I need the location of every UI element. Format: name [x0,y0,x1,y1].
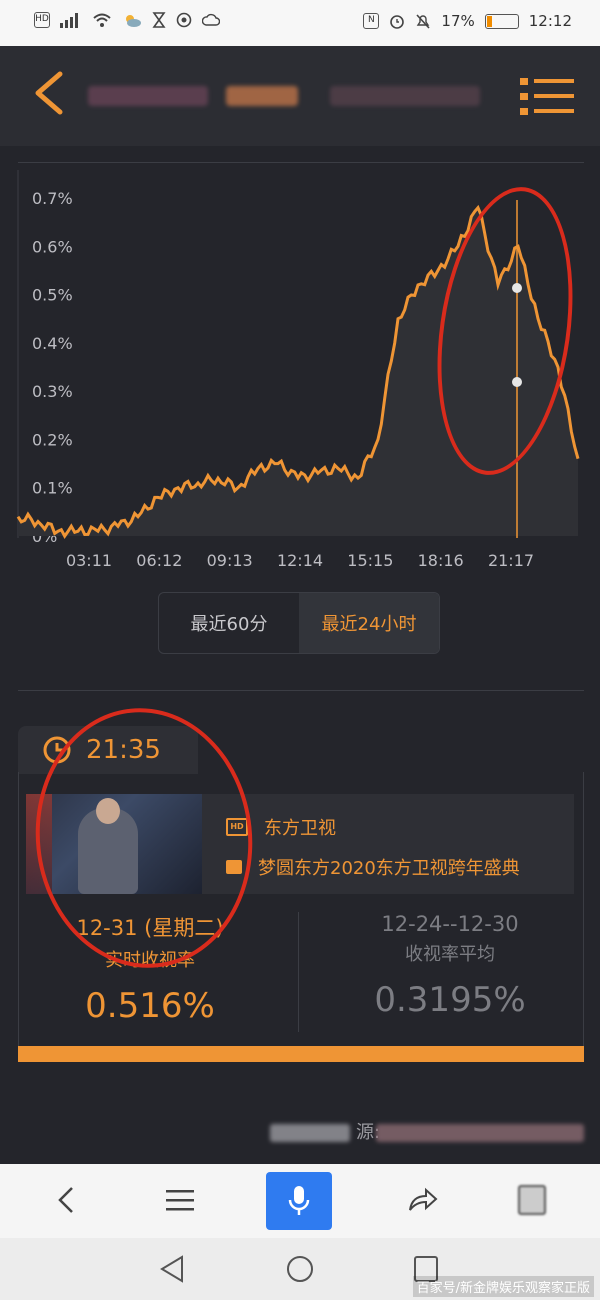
x-tick-label: 12:14 [277,551,323,570]
program-info-panel: HD 东方卫视 梦圆东方2020东方卫视跨年盛典 [202,794,574,894]
stat-label: 收视率平均 [405,944,495,965]
watermark: 百家号/新金牌娱乐观察家正版 [412,1276,594,1297]
y-tick-label: 0.6% [32,237,73,256]
y-tick-label: 0.4% [32,334,73,353]
tab-last-24-hours[interactable]: 最近24小时 [299,593,439,653]
average-rating-stat: 12-24--12-30 收视率平均 0.3195% [320,912,580,1020]
nav-back-button[interactable] [42,1178,90,1222]
blurred-footer-text [376,1124,584,1142]
x-tick-label: 21:17 [488,551,534,570]
x-tick-label: 06:12 [136,551,182,570]
x-tick-label: 09:13 [207,551,253,570]
nav-menu-button[interactable] [156,1178,204,1222]
y-tick-label: 0.1% [32,479,73,498]
x-tick-label: 03:11 [66,551,112,570]
tab-last-60-min[interactable]: 最近60分 [159,593,299,653]
share-icon [409,1187,438,1211]
voice-search-button[interactable] [266,1172,332,1230]
share-button[interactable] [398,1178,446,1222]
y-tick-label: 0.7% [32,189,73,208]
program-title: 梦圆东方2020东方卫视跨年盛典 [258,858,520,879]
tabs-icon [518,1185,546,1215]
tabs-button[interactable] [508,1178,556,1222]
browser-bottom-nav [0,1164,600,1238]
program-row: 梦圆东方2020东方卫视跨年盛典 [226,854,520,880]
stat-divider [298,912,299,1032]
stat-value: 0.3195% [374,980,526,1020]
nav-menu-icon [166,1190,194,1211]
accent-bar [18,1046,584,1062]
blurred-footer-text [270,1124,350,1142]
y-tick-label: 0.3% [32,382,73,401]
time-range-toggle: 最近60分 最近24小时 [158,592,440,654]
divider [18,690,584,691]
x-tick-label: 15:15 [347,551,393,570]
y-tick-label: 0.5% [32,286,73,305]
stat-value: 0.516% [85,986,215,1026]
channel-name: 东方卫视 [264,818,336,839]
nav-back-icon [58,1187,73,1213]
stat-date: 12-24--12-30 [381,912,519,936]
y-tick-label: 0.2% [32,430,73,449]
mic-icon [288,1186,310,1215]
sys-home-icon[interactable] [285,1254,315,1284]
sys-back-icon[interactable] [158,1254,186,1284]
x-tick-label: 18:16 [418,551,464,570]
